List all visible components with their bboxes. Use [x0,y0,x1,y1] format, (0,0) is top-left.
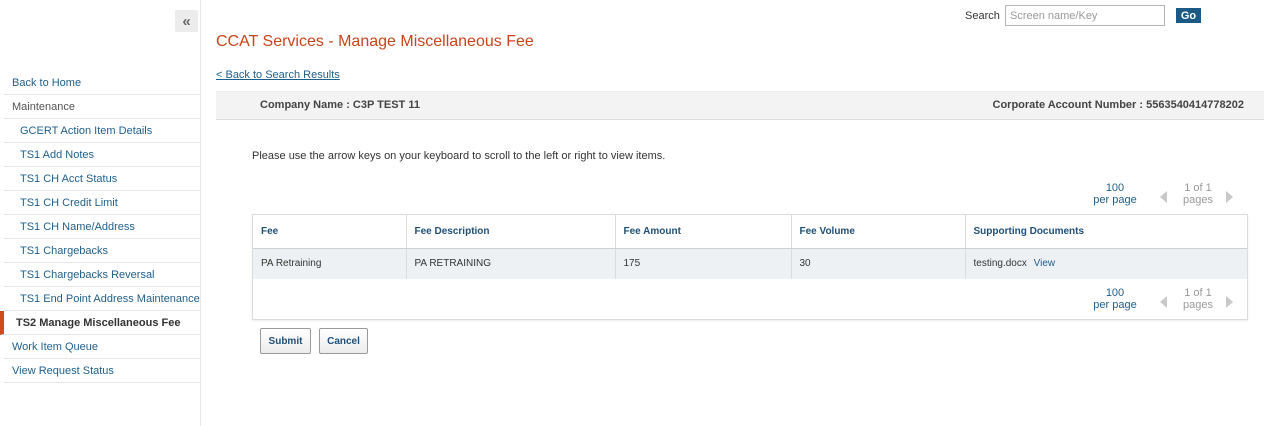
cell-fee: PA Retraining [253,248,407,279]
column-header-fee[interactable]: Fee [253,215,407,249]
sidebar-item-ts1-end-point-address-maintenance[interactable]: TS1 End Point Address Maintenance [4,287,200,311]
per-page-label: per page [1093,194,1137,206]
table-header-row: Fee Fee Description Fee Amount Fee Volum… [253,215,1247,249]
cell-fee-volume: 30 [791,248,966,279]
next-page-icon[interactable] [1226,296,1233,308]
pagination-top: 100 per page 1 of 1 pages [1090,182,1240,212]
page-title: CCAT Services - Manage Miscellaneous Fee [216,33,534,50]
next-page-icon[interactable] [1226,191,1233,203]
sidebar-item-view-request-status[interactable]: View Request Status [4,359,200,383]
sidebar-item-work-item-queue[interactable]: Work Item Queue [4,335,200,359]
table-row: PA Retraining PA RETRAINING 175 30 testi… [253,248,1247,279]
page-info: 1 of 1 pages [1178,182,1218,206]
per-page-selector[interactable]: 100 per page [1090,182,1140,206]
page-info-bottom: 1 of 1 pages [1178,287,1218,311]
page-count: 1 of 1 [1184,182,1212,194]
cell-supporting-documents: testing.docx View [965,248,1247,279]
sidebar-item-ts1-chargebacks[interactable]: TS1 Chargebacks [4,239,200,263]
search-label: Search [965,10,1000,22]
sidebar-item-ts1-add-notes[interactable]: TS1 Add Notes [4,143,200,167]
per-page-value: 100 [1105,287,1125,299]
pages-label: pages [1183,299,1213,311]
sidebar-item-gcert-action-item-details[interactable]: GCERT Action Item Details [4,119,200,143]
per-page-value: 100 [1105,182,1125,194]
sidebar-item-ts1-chargebacks-reversal[interactable]: TS1 Chargebacks Reversal [4,263,200,287]
sidebar-item-ts2-manage-miscellaneous-fee[interactable]: TS2 Manage Miscellaneous Fee [0,311,200,335]
sidebar-section-maintenance: Maintenance [4,95,200,119]
search-input[interactable] [1005,5,1165,26]
sidebar-item-ts1-ch-credit-limit[interactable]: TS1 CH Credit Limit [4,191,200,215]
sidebar-nav: Back to Home Maintenance GCERT Action It… [0,71,200,383]
company-info-bar: Company Name : C3P TEST 11 Corporate Acc… [216,91,1264,120]
fee-table-container: Fee Fee Description Fee Amount Fee Volum… [252,214,1248,320]
sidebar: « Back to Home Maintenance GCERT Action … [0,0,201,426]
column-header-fee-volume[interactable]: Fee Volume [791,215,966,249]
prev-page-icon[interactable] [1160,191,1167,203]
fee-table: Fee Fee Description Fee Amount Fee Volum… [253,215,1247,279]
pages-label: pages [1183,194,1213,206]
page-count: 1 of 1 [1184,287,1212,299]
cancel-button[interactable]: Cancel [319,328,368,354]
document-filename: testing.docx [973,258,1027,270]
view-document-link[interactable]: View [1034,258,1056,269]
per-page-selector-bottom[interactable]: 100 per page [1090,287,1140,311]
column-header-fee-description[interactable]: Fee Description [406,215,616,249]
per-page-label: per page [1093,299,1137,311]
cell-fee-amount: 175 [615,248,792,279]
prev-page-icon[interactable] [1160,296,1167,308]
sidebar-item-ts1-ch-name-address[interactable]: TS1 CH Name/Address [4,215,200,239]
go-button[interactable]: Go [1176,8,1201,23]
pagination-bottom: 100 per page 1 of 1 pages [1090,287,1240,317]
back-to-search-results-link[interactable]: < Back to Search Results [216,69,340,81]
sidebar-item-back-to-home[interactable]: Back to Home [4,71,200,95]
scroll-hint: Please use the arrow keys on your keyboa… [252,150,666,162]
corporate-account-number: Corporate Account Number : 5563540414778… [992,99,1245,111]
collapse-sidebar-icon[interactable]: « [175,10,198,32]
submit-button[interactable]: Submit [260,328,311,354]
cell-fee-description: PA RETRAINING [406,248,616,279]
sidebar-item-ts1-ch-acct-status[interactable]: TS1 CH Acct Status [4,167,200,191]
company-name: Company Name : C3P TEST 11 [260,99,420,111]
column-header-fee-amount[interactable]: Fee Amount [615,215,792,249]
column-header-supporting-documents[interactable]: Supporting Documents [965,215,1247,249]
